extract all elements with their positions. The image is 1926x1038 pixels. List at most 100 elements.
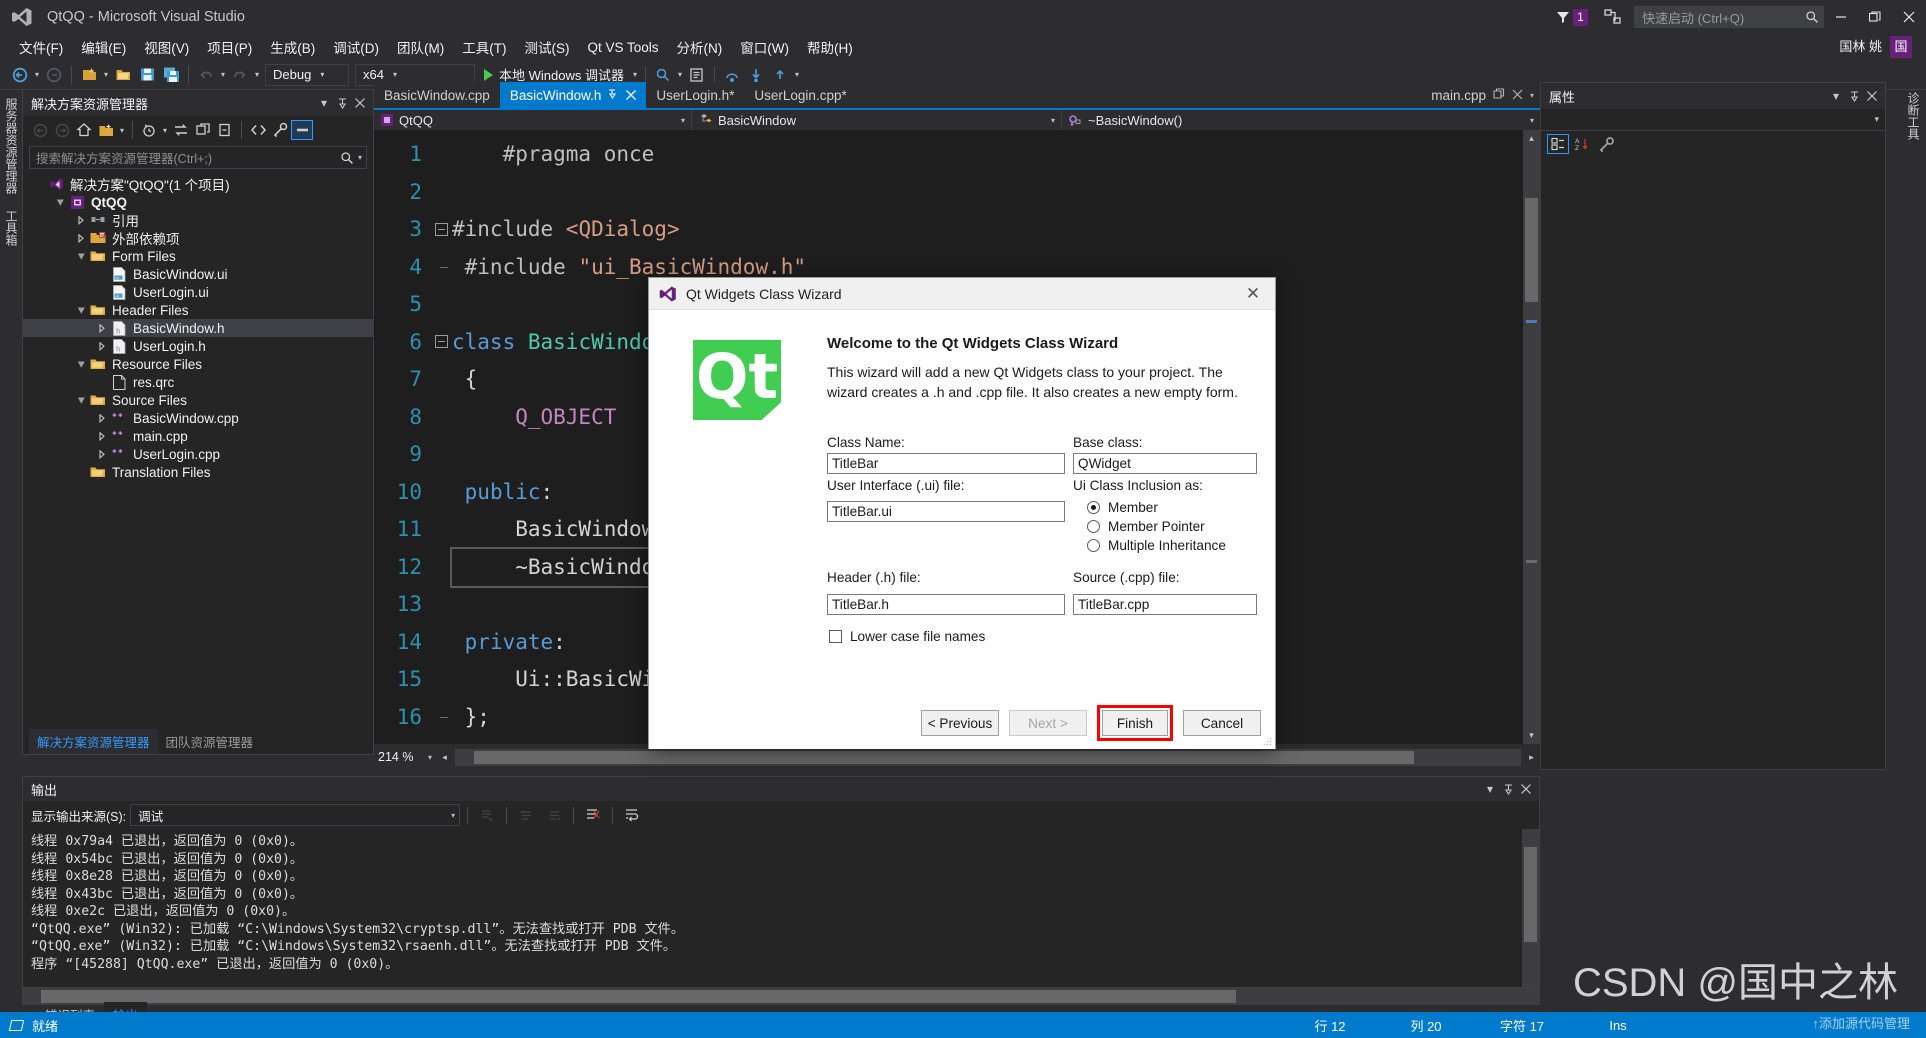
scroll-right-icon[interactable]: ▸ bbox=[1523, 749, 1540, 766]
tree-item[interactable]: 引用 bbox=[23, 211, 373, 229]
vertical-tab-diagnostic-tools[interactable]: 诊断工具 bbox=[1900, 82, 1926, 150]
pending-changes-icon[interactable] bbox=[138, 120, 160, 140]
go-to-next-icon[interactable] bbox=[542, 804, 566, 826]
twisty-expanded-icon[interactable] bbox=[73, 306, 89, 315]
editor-vertical-scrollbar[interactable]: ▴ ▾ bbox=[1523, 130, 1540, 744]
tree-item[interactable]: Translation Files bbox=[23, 463, 373, 481]
zoom-control[interactable]: 214 % ▾ bbox=[374, 750, 436, 764]
tree-item[interactable]: Source Files bbox=[23, 391, 373, 409]
notification-badge[interactable]: 1 bbox=[1573, 8, 1588, 26]
header-drag-area[interactable] bbox=[154, 102, 309, 104]
properties-object-combo[interactable]: ▾ bbox=[1541, 109, 1885, 131]
categorized-icon[interactable] bbox=[1547, 134, 1569, 154]
scrollbar-thumb[interactable] bbox=[474, 750, 1414, 764]
undo-dropdown[interactable]: ▾ bbox=[218, 70, 228, 79]
twisty-collapsed-icon[interactable] bbox=[94, 323, 110, 333]
navigate-backward-dropdown[interactable]: ▾ bbox=[32, 70, 42, 79]
twisty-expanded-icon[interactable] bbox=[73, 360, 89, 369]
twisty-expanded-icon[interactable] bbox=[73, 396, 89, 405]
menu-item-build[interactable]: 生成(B) bbox=[261, 34, 324, 60]
resize-grip-icon[interactable] bbox=[1262, 736, 1272, 746]
redo-dropdown[interactable]: ▾ bbox=[252, 70, 262, 79]
account-name[interactable]: 国林 姚 bbox=[1839, 36, 1882, 55]
solution-configuration-combo[interactable]: Debug ▾ bbox=[265, 63, 349, 86]
pin-icon[interactable] bbox=[1499, 780, 1517, 798]
close-icon[interactable] bbox=[1512, 87, 1523, 103]
scrollbar-thumb[interactable] bbox=[1524, 847, 1537, 942]
code-line[interactable]: 3 #include <QDialog> bbox=[374, 211, 1540, 249]
clear-all-icon[interactable] bbox=[581, 804, 605, 826]
pin-icon[interactable] bbox=[1845, 87, 1863, 105]
refresh-icon[interactable] bbox=[192, 120, 214, 140]
funnel-icon[interactable] bbox=[1555, 9, 1571, 25]
code-line[interactable]: 1 #pragma once bbox=[374, 136, 1540, 174]
tree-item[interactable]: Resource Files bbox=[23, 355, 373, 373]
scrollbar-thumb[interactable] bbox=[41, 990, 1236, 1003]
forward-icon[interactable] bbox=[51, 120, 73, 140]
fold-indicator[interactable] bbox=[430, 211, 452, 249]
menu-item-team[interactable]: 团队(M) bbox=[388, 34, 453, 60]
twisty-expanded-icon[interactable] bbox=[73, 252, 89, 261]
vertical-tab-toolbox[interactable]: 工具箱 bbox=[0, 202, 23, 254]
navigate-forward-icon[interactable] bbox=[43, 64, 65, 86]
scroll-up-icon[interactable]: ▴ bbox=[1523, 130, 1540, 147]
tab-userlogin-h[interactable]: UserLogin.h* bbox=[646, 82, 744, 108]
quick-launch-input[interactable]: 快速启动 (Ctrl+Q) bbox=[1634, 6, 1824, 28]
find-message-icon[interactable] bbox=[475, 804, 499, 826]
attach-dropdown[interactable]: ▾ bbox=[675, 70, 685, 79]
tree-item[interactable]: res.qrc bbox=[23, 373, 373, 391]
tree-item[interactable]: 解决方案"QtQQ"(1 个项目) bbox=[23, 175, 373, 193]
undo-icon[interactable] bbox=[195, 64, 217, 86]
output-horizontal-scrollbar[interactable] bbox=[22, 988, 1540, 1005]
back-icon[interactable] bbox=[29, 120, 51, 140]
vertical-tab-server-explorer[interactable]: 服务器资源管理器 bbox=[0, 90, 23, 202]
twisty-collapsed-icon[interactable] bbox=[94, 413, 110, 423]
output-vertical-scrollbar[interactable] bbox=[1522, 829, 1539, 987]
panel-menu-icon[interactable]: ▾ bbox=[1481, 780, 1499, 798]
navigate-backward-icon[interactable] bbox=[9, 64, 31, 86]
scrollbar-thumb[interactable] bbox=[1525, 198, 1538, 302]
tree-item[interactable]: ui UserLogin.ui bbox=[23, 283, 373, 301]
minimize-button[interactable] bbox=[1824, 0, 1858, 34]
show-all-files-dropdown[interactable]: ▾ bbox=[117, 126, 127, 135]
tree-item[interactable]: h UserLogin.h bbox=[23, 337, 373, 355]
view-code-icon[interactable] bbox=[247, 120, 269, 140]
tree-item[interactable]: Form Files bbox=[23, 247, 373, 265]
navbar-member-combo[interactable]: ~BasicWindow() ▾ bbox=[1062, 110, 1540, 130]
new-project-dropdown[interactable]: ▾ bbox=[101, 70, 111, 79]
restore-button[interactable] bbox=[1858, 0, 1892, 34]
tree-item[interactable]: ui BasicWindow.ui bbox=[23, 265, 373, 283]
menu-item-qt-vs-tools[interactable]: Qt VS Tools bbox=[579, 37, 668, 58]
dialog-close-button[interactable]: ✕ bbox=[1231, 278, 1275, 309]
class-name-input[interactable]: TitleBar bbox=[827, 453, 1065, 474]
menu-item-analyze[interactable]: 分析(N) bbox=[668, 34, 732, 60]
pin-icon[interactable] bbox=[333, 94, 351, 112]
output-source-combo[interactable]: 调试 ▾ bbox=[130, 804, 461, 826]
tab-userlogin-cpp[interactable]: UserLogin.cpp* bbox=[744, 82, 856, 108]
navbar-class-combo[interactable]: BasicWindow ▾ bbox=[692, 110, 1062, 130]
close-icon[interactable] bbox=[1863, 87, 1881, 105]
cancel-button[interactable]: Cancel bbox=[1183, 710, 1261, 736]
property-pages-icon[interactable] bbox=[1595, 134, 1617, 154]
close-icon[interactable] bbox=[351, 94, 369, 112]
tree-item[interactable]: main.cpp bbox=[23, 427, 373, 445]
search-input[interactable]: 搜索解决方案资源管理器(Ctrl+;) ▾ bbox=[29, 146, 367, 169]
twisty-expanded-icon[interactable] bbox=[52, 198, 68, 207]
tree-item[interactable]: QtQQ bbox=[23, 193, 373, 211]
close-icon[interactable] bbox=[626, 88, 637, 103]
twisty-collapsed-icon[interactable] bbox=[94, 431, 110, 441]
preview-selected-items-icon[interactable] bbox=[291, 120, 313, 140]
ui-file-input[interactable]: TitleBar.ui bbox=[827, 501, 1065, 522]
save-all-icon[interactable] bbox=[160, 64, 182, 86]
code-line[interactable]: 2 bbox=[374, 174, 1540, 212]
tree-item[interactable]: BasicWindow.cpp bbox=[23, 409, 373, 427]
toolbar-overflow[interactable]: ▾ bbox=[792, 70, 802, 79]
header-file-input[interactable]: TitleBar.h bbox=[827, 594, 1065, 615]
scroll-left-icon[interactable]: ◂ bbox=[436, 749, 453, 766]
radio-member-pointer[interactable]: Member Pointer bbox=[1087, 519, 1205, 534]
chevron-down-icon[interactable]: ▾ bbox=[428, 753, 432, 762]
tab-basicwindow-h[interactable]: BasicWindow.h bbox=[499, 82, 647, 108]
menu-item-test[interactable]: 测试(S) bbox=[516, 34, 579, 60]
header-drag-area[interactable] bbox=[63, 788, 1475, 790]
tree-item[interactable]: h BasicWindow.h bbox=[23, 319, 373, 337]
